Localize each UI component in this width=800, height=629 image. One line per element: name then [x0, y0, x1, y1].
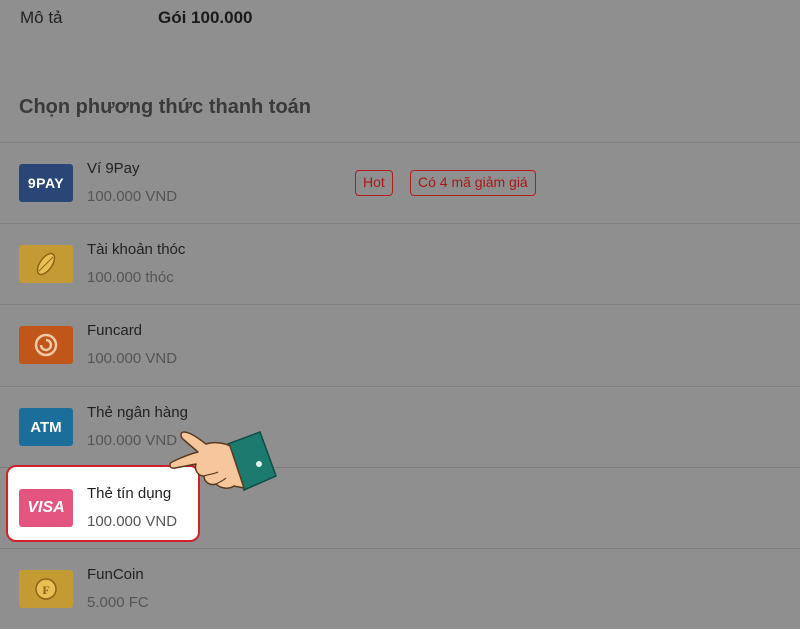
- payment-option-credit-card[interactable]: VISA Thẻ tín dụng 100.000 VND: [0, 468, 800, 548]
- payment-method-name: Ví 9Pay: [87, 160, 140, 177]
- payment-option-funcard[interactable]: Funcard 100.000 VND: [0, 305, 800, 385]
- package-name: Gói 100.000: [158, 8, 253, 27]
- hot-badge: Hot: [355, 170, 393, 196]
- payment-amount: 100.000 VND: [87, 350, 178, 367]
- payment-option-bank-card[interactable]: ATM Thẻ ngân hàng 100.000 VND: [0, 387, 800, 467]
- payment-amount: 5.000 FC: [87, 594, 149, 611]
- visa-icon: VISA: [19, 489, 73, 527]
- payment-method-name: Tài khoản thóc: [87, 241, 186, 258]
- funcard-swirl-icon: [19, 326, 73, 364]
- payment-option-rice-account[interactable]: Tài khoản thóc 100.000 thóc: [0, 224, 800, 304]
- payment-amount: 100.000 VND: [87, 188, 178, 205]
- rice-grain-icon: [19, 245, 73, 283]
- description-row: Mô tả Gói 100.000: [0, 0, 800, 40]
- section-title: Chọn phương thức thanh toán: [19, 96, 312, 118]
- payment-method-name: FunCoin: [87, 566, 144, 583]
- payment-amount: 100.000 VND: [87, 513, 178, 530]
- payment-option-9pay[interactable]: 9PAY Ví 9Pay 100.000 VND Hot Có 4 mã giả…: [0, 143, 800, 223]
- discount-codes-badge[interactable]: Có 4 mã giảm giá: [410, 170, 536, 196]
- payment-amount: 100.000 VND: [87, 432, 178, 449]
- payment-method-name: Thẻ ngân hàng: [87, 404, 188, 421]
- 9pay-logo-icon: 9PAY: [19, 164, 73, 202]
- description-label: Mô tả: [20, 8, 63, 27]
- payment-amount: 100.000 thóc: [87, 269, 174, 286]
- atm-icon: ATM: [19, 408, 73, 446]
- payment-method-name: Funcard: [87, 322, 143, 339]
- payment-method-name: Thẻ tín dụng: [87, 485, 172, 502]
- payment-option-funcoin[interactable]: F FunCoin 5.000 FC: [0, 549, 800, 629]
- pointing-hand-icon: [169, 431, 277, 492]
- funcoin-icon: F: [19, 570, 73, 608]
- svg-text:F: F: [42, 583, 49, 597]
